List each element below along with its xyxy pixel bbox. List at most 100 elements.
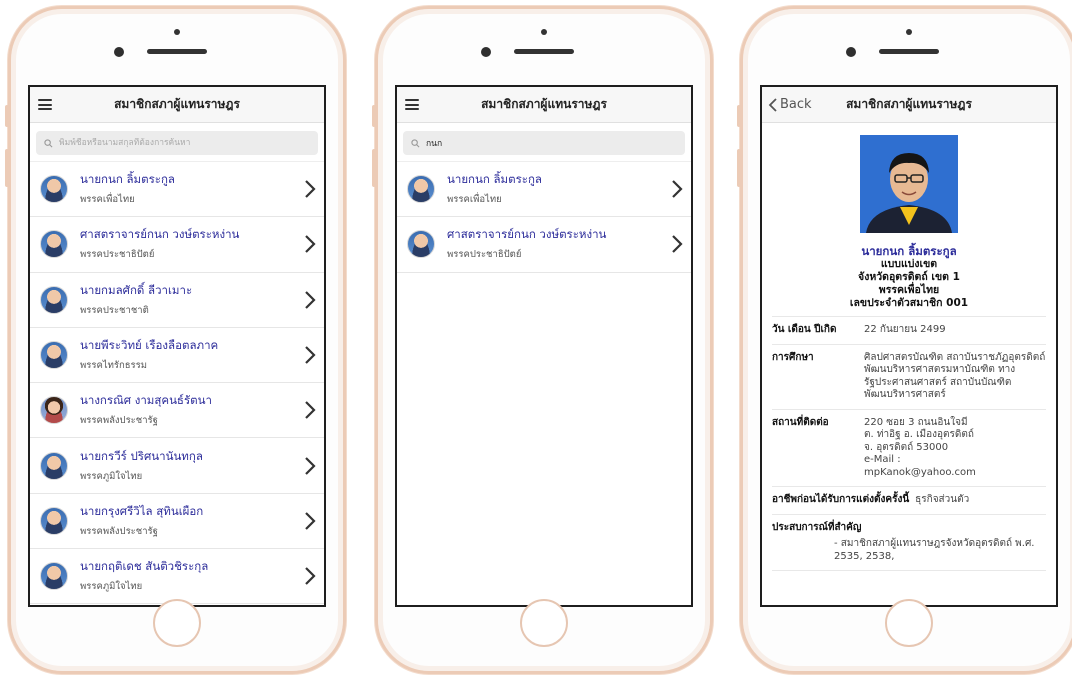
list-item[interactable]: ศาสตราจารย์กนก วงษ์ตระหง่านพรรคประชาธิปั… [30, 217, 324, 273]
member-name: นายพีระวิทย์ เรืองลือตลภาค [80, 338, 219, 353]
avatar [40, 175, 68, 204]
search-icon [411, 138, 420, 147]
avatar [40, 506, 68, 535]
info-label: ประสบการณ์ที่สำคัญ [772, 521, 862, 533]
earpiece-speaker [147, 49, 207, 54]
phone-frame-detail: Back สมาชิกสภาผู้แทนราษฎร นายกนก ลิ้มตระ… [737, 6, 1072, 674]
front-camera [541, 29, 547, 35]
member-name: นายกรวีร์ ปริศนานันทกุล [80, 448, 203, 463]
hamburger-menu-icon[interactable] [405, 99, 419, 110]
member-party: พรรคประชาธิปัตย์ [80, 249, 155, 261]
chevron-right-icon [305, 512, 316, 530]
proximity-sensor [481, 47, 491, 57]
home-button[interactable] [520, 599, 568, 647]
chevron-right-icon [305, 567, 316, 585]
member-name: นายกนก ลิ้มตระกูล [861, 244, 957, 258]
member-district: จังหวัดอุตรดิตถ์ เขต 1 [858, 271, 960, 283]
member-name: นายกนก ลิ้มตระกูล [80, 172, 175, 187]
address-line: จ. อุตรดิตถ์ 53000 [864, 441, 949, 453]
info-label: อาชีพก่อนได้รับการแต่งตั้งครั้งนี้ [772, 494, 910, 505]
screen-search: สมาชิกสภาผู้แทนราษฎร นายกนก ลิ้มตระกูลพร… [395, 85, 693, 607]
chevron-right-icon [672, 180, 683, 198]
avatar [40, 341, 68, 370]
member-photo [860, 135, 958, 233]
search-box[interactable] [36, 131, 318, 155]
side-button [737, 105, 741, 127]
search-box[interactable] [403, 131, 685, 155]
avatar [40, 451, 68, 480]
address-line: 220 ซอย 3 ถนนอินใจมี [864, 416, 968, 428]
back-button[interactable]: Back [768, 97, 812, 112]
list-item[interactable]: นายกรุงศรีวิไล สุทินเผือก พรรคพลังประชารั… [30, 494, 324, 550]
email-link[interactable]: mpKanok@yahoo.com [864, 467, 1046, 480]
member-name: ศาสตราจารย์กนก วงษ์ตระหง่าน [447, 227, 607, 242]
member-number: เลขประจำตัวสมาชิก 001 [849, 297, 969, 309]
info-value: 22 กันยายน 2499 [864, 324, 946, 335]
list-item[interactable]: นายกรวีร์ ปริศนานันทกุลพรรคภูมิใจไทย [30, 438, 324, 494]
proximity-sensor [114, 47, 124, 57]
home-button[interactable] [153, 599, 201, 647]
member-type: แบบแบ่งเขต [880, 258, 938, 270]
front-camera [174, 29, 180, 35]
info-value: 220 ซอย 3 ถนนอินใจมี ต. ท่าอิฐ อ. เมืองอ… [864, 417, 1046, 480]
avatar [40, 285, 68, 314]
member-name: นางกรณิศ งามสุคนธ์รัตนา [80, 393, 212, 408]
member-party: พรรคพลังประชารัฐ [80, 525, 158, 537]
side-button [5, 149, 9, 187]
phone-frame-search: สมาชิกสภาผู้แทนราษฎร นายกนก ลิ้มตระกูลพร… [372, 6, 713, 674]
avatar [40, 230, 68, 259]
member-party: พรรคประชาชาติ [80, 304, 149, 316]
info-table: วัน เดือน ปีเกิด 22 กันยายน 2499 การศึกษ… [772, 316, 1046, 571]
chevron-right-icon [305, 346, 316, 364]
hamburger-menu-icon[interactable] [38, 99, 52, 110]
info-row-address: สถานที่ติดต่อ 220 ซอย 3 ถนนอินใจมี ต. ท่… [772, 410, 1046, 487]
chevron-right-icon [305, 235, 316, 254]
info-value: ธุรกิจส่วนตัว [915, 494, 970, 505]
member-name: ศาสตราจารย์กนก วงษ์ตระหง่าน [80, 227, 240, 242]
list-item[interactable]: นายกฤติเดช สันติวชิระกุล พรรคภูมิใจไทย [30, 549, 324, 605]
search-icon [44, 138, 53, 147]
member-name: นายกมลศักดิ์ ลีวาเมาะ [80, 282, 193, 297]
side-button [372, 105, 376, 127]
screen-detail: Back สมาชิกสภาผู้แทนราษฎร นายกนก ลิ้มตระ… [760, 85, 1058, 607]
chevron-right-icon [672, 235, 683, 254]
info-label: วัน เดือน ปีเกิด [772, 324, 837, 335]
member-party: พรรคภูมิใจไทย [80, 470, 143, 482]
address-line: e-Mail : [864, 454, 901, 465]
avatar [407, 230, 435, 259]
member-name: นายกฤติเดช สันติวชิระกุล [80, 559, 209, 574]
list-item[interactable]: นายพีระวิทย์ เรืองลือตลภาคพรรคไทรักธรรม [30, 328, 324, 384]
front-camera [906, 29, 912, 35]
list-item[interactable]: นางกรณิศ งามสุคนธ์รัตนาพรรคพลังประชารัฐ [30, 383, 324, 439]
search-input[interactable] [426, 138, 677, 148]
info-value: - สมาชิกสภาผู้แทนราษฎรจังหวัดอุตรดิตถ์ พ… [834, 538, 1035, 562]
list-item[interactable]: นายกมลศักดิ์ ลีวาเมาะพรรคประชาชาติ [30, 273, 324, 328]
member-party: พรรคไทรักธรรม [80, 360, 147, 372]
info-label: สถานที่ติดต่อ [772, 416, 829, 428]
chevron-right-icon [305, 290, 316, 309]
member-summary: นายกนก ลิ้มตระกูล แบบแบ่งเขต จังหวัดอุตร… [772, 245, 1046, 310]
list-item[interactable]: นายกนก ลิ้มตระกูล พรรคเพื่อไทย [397, 162, 691, 218]
list-item[interactable]: ศาสตราจารย์กนก วงษ์ตระหง่าน พรรคประชาธิปั… [397, 217, 691, 273]
avatar [407, 175, 435, 204]
address-line: ต. ท่าอิฐ อ. เมืองอุตรดิตถ์ [864, 429, 974, 440]
page-title: สมาชิกสภาผู้แทนราษฎร [846, 97, 972, 111]
side-button [5, 105, 9, 127]
chevron-right-icon [305, 456, 316, 475]
search-input[interactable] [59, 138, 310, 148]
member-party: พรรคพลังประชารัฐ [80, 415, 158, 427]
search-bar [397, 123, 691, 162]
earpiece-speaker [514, 49, 574, 54]
info-label: การศึกษา [772, 351, 814, 363]
avatar [40, 396, 68, 425]
side-button [372, 149, 376, 187]
navbar: Back สมาชิกสภาผู้แทนราษฎร [762, 87, 1056, 123]
navbar: สมาชิกสภาผู้แทนราษฎร [397, 87, 691, 123]
navbar: สมาชิกสภาผู้แทนราษฎร [30, 87, 324, 123]
list-item[interactable]: นายกนก ลิ้มตระกูล พรรคเพื่อไทย [30, 162, 324, 218]
earpiece-speaker [879, 49, 939, 54]
home-button[interactable] [885, 599, 933, 647]
page-title: สมาชิกสภาผู้แทนราษฎร [114, 97, 240, 111]
info-row-experience: ประสบการณ์ที่สำคัญ - สมาชิกสภาผู้แทนราษฎ… [772, 515, 1046, 571]
side-button [737, 149, 741, 187]
